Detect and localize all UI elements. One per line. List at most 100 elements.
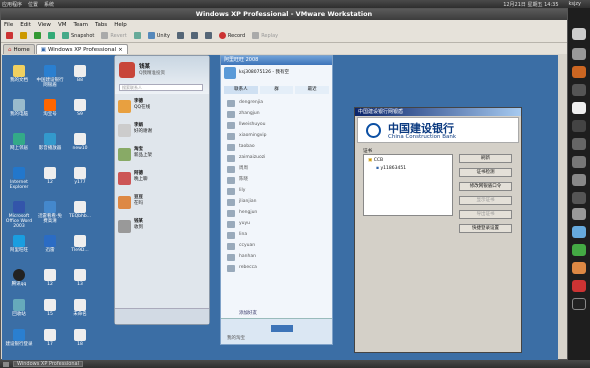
contact-row[interactable]: taobao bbox=[227, 142, 327, 152]
tab-contacts[interactable]: 联系人 bbox=[224, 86, 258, 94]
export-cert-button[interactable]: 导出证书 bbox=[459, 210, 512, 219]
contact-row[interactable]: lina bbox=[227, 230, 327, 240]
contact-row[interactable]: llweishuyou bbox=[227, 120, 327, 130]
desktop-icon[interactable]: 15 bbox=[36, 299, 64, 317]
menu-system[interactable]: 系统 bbox=[44, 1, 54, 8]
bottom-link[interactable]: 我的淘宝 bbox=[227, 335, 245, 341]
desktop-icon[interactable]: 腾讯qq bbox=[5, 269, 33, 287]
tab-recent[interactable]: 最近 bbox=[295, 86, 330, 94]
cert-tree[interactable]: ▣ CCB ▪ y11863451 bbox=[363, 154, 453, 216]
desktop-icon[interactable]: new10 bbox=[66, 133, 94, 151]
desktop-icon[interactable]: 17 bbox=[36, 329, 64, 347]
mail-icon[interactable] bbox=[572, 102, 586, 114]
desktop-icon[interactable]: 12 bbox=[36, 167, 64, 185]
desktop-icon[interactable]: 迅雷看看-免费高清 bbox=[36, 201, 64, 224]
qq-icon[interactable] bbox=[572, 298, 586, 310]
fullscreen-button[interactable] bbox=[189, 31, 200, 41]
dock-app-icon[interactable] bbox=[572, 244, 586, 256]
snapshot-button[interactable]: Snapshot bbox=[60, 31, 96, 41]
wangwang-account[interactable]: ksj308075126 - 我有空 bbox=[239, 69, 289, 75]
contact-row[interactable]: zhangjun bbox=[227, 109, 327, 119]
tab-groups[interactable]: 群 bbox=[259, 86, 294, 94]
search-input[interactable]: 搜索联系人 bbox=[119, 84, 203, 91]
list-item[interactable]: 李德 QQ在线 bbox=[118, 98, 206, 117]
unity-button[interactable]: Unity bbox=[146, 31, 172, 41]
desktop-icon[interactable]: 淘宝号 bbox=[36, 99, 64, 117]
qq-window[interactable]: 钱某 Q我精准投资 搜索联系人 李德 QQ在线 李娟 好的谢谢 淘宝 新品上架 阿德晚… bbox=[114, 55, 210, 325]
tree-root[interactable]: ▣ CCB bbox=[368, 158, 383, 163]
dock-app-icon[interactable] bbox=[572, 262, 586, 274]
list-item[interactable]: 钱某 收到 bbox=[118, 218, 206, 237]
contact-row[interactable]: lily bbox=[227, 186, 327, 196]
stop-button[interactable] bbox=[4, 31, 15, 41]
menu-help[interactable]: Help bbox=[114, 22, 127, 28]
ccb-window[interactable]: 中国建设银行网银盾 中国建设银行 China Construction Bank… bbox=[354, 107, 522, 353]
menu-view[interactable]: View bbox=[38, 22, 51, 28]
contact-row[interactable]: 周周 bbox=[227, 164, 327, 174]
list-item[interactable]: 豆豆 在吗 bbox=[118, 194, 206, 213]
contact-row[interactable]: dengrenjia bbox=[227, 98, 327, 108]
menu-edit[interactable]: Edit bbox=[20, 22, 31, 28]
dock-app-icon[interactable] bbox=[572, 28, 586, 40]
taskbar-item[interactable]: Windows XP Professional bbox=[13, 361, 83, 367]
list-item[interactable]: 淘宝 新品上架 bbox=[118, 146, 206, 165]
list-item[interactable]: 阿德 晚上聊 bbox=[118, 170, 206, 189]
user-name[interactable]: ksjzy bbox=[569, 1, 581, 8]
desktop-icon[interactable]: 阿里旺旺 bbox=[5, 235, 33, 253]
contact-row[interactable]: hengjun bbox=[227, 208, 327, 218]
menu-file[interactable]: File bbox=[4, 22, 13, 28]
menu-places[interactable]: 位置 bbox=[28, 1, 38, 8]
dock-app-icon[interactable] bbox=[572, 84, 586, 96]
contact-row[interactable]: rebecca bbox=[227, 263, 327, 273]
dock-app-icon[interactable] bbox=[572, 138, 586, 150]
contact-row[interactable]: yuyu bbox=[227, 219, 327, 229]
menu-vm[interactable]: VM bbox=[58, 22, 67, 28]
terminal-icon[interactable] bbox=[572, 120, 586, 132]
desktop-icon[interactable]: 12 bbox=[36, 269, 64, 287]
quick-switch-button[interactable] bbox=[175, 31, 186, 41]
clock[interactable]: 12月21日 星期五 14:35 bbox=[503, 1, 558, 8]
qq-status[interactable]: Q我精准投资 bbox=[139, 70, 165, 76]
desktop-icon[interactable]: 18 bbox=[66, 329, 94, 347]
desktop-icon[interactable]: Tle9D... bbox=[66, 235, 94, 253]
desktop-icon[interactable]: B8 bbox=[66, 65, 94, 83]
desktop-icon[interactable]: 我的电脑 bbox=[5, 99, 33, 117]
desktop-icon[interactable]: y177 bbox=[66, 167, 94, 185]
desktop-icon[interactable]: 未命名 bbox=[66, 299, 94, 317]
reset-button[interactable] bbox=[46, 31, 57, 41]
dock-app-icon[interactable] bbox=[572, 192, 586, 204]
snapshot-manager-button[interactable] bbox=[132, 31, 143, 41]
bottom-button[interactable] bbox=[271, 325, 293, 332]
check-cert-button[interactable]: 证书检测 bbox=[459, 168, 512, 177]
avatar[interactable] bbox=[224, 67, 236, 79]
dock-app-icon[interactable] bbox=[572, 156, 586, 168]
desktop-icon[interactable]: 我的文档 bbox=[5, 65, 33, 83]
settings-icon[interactable] bbox=[572, 174, 586, 186]
list-item[interactable]: 李娟 好的谢谢 bbox=[118, 122, 206, 141]
add-friend-button[interactable]: 添加好友 bbox=[239, 310, 257, 316]
replay-button[interactable]: Replay bbox=[250, 31, 280, 41]
menu-tabs[interactable]: Tabs bbox=[95, 22, 107, 28]
record-button[interactable]: Record bbox=[217, 31, 247, 41]
contact-row[interactable]: jlianjian bbox=[227, 197, 327, 207]
contact-row[interactable]: 陈晓 bbox=[227, 175, 327, 185]
wangwang-window[interactable]: 阿里旺旺 2008 ksj308075126 - 我有空 联系人 群 最近 de… bbox=[220, 55, 333, 345]
contact-row[interactable]: zaimaizuozi bbox=[227, 153, 327, 163]
show-desktop-icon[interactable] bbox=[3, 361, 9, 367]
dock-app-icon[interactable] bbox=[572, 48, 586, 60]
menu-team[interactable]: Team bbox=[73, 22, 88, 28]
dock-app-icon[interactable] bbox=[572, 208, 586, 220]
pause-button[interactable] bbox=[18, 31, 29, 41]
quick-login-button[interactable]: 快捷登录设置 bbox=[459, 224, 512, 233]
contact-row[interactable]: ccyuan bbox=[227, 241, 327, 251]
tree-child[interactable]: ▪ y11863451 bbox=[376, 166, 406, 171]
desktop-icon[interactable]: 回收站 bbox=[5, 299, 33, 317]
desktop-icon[interactable]: 建设银行登录 bbox=[5, 329, 33, 347]
desktop-icon[interactable]: 迅雷 bbox=[36, 235, 64, 253]
menu-applications[interactable]: 应用程序 bbox=[2, 1, 22, 8]
close-tab-icon[interactable]: × bbox=[118, 47, 123, 53]
refresh-button[interactable]: 刷新 bbox=[459, 154, 512, 163]
desktop-icon[interactable]: Microsoft Office Word 2003 bbox=[5, 201, 33, 229]
dock-app-icon[interactable] bbox=[572, 280, 586, 292]
desktop-icon[interactable]: 影音播放器 bbox=[36, 133, 64, 151]
